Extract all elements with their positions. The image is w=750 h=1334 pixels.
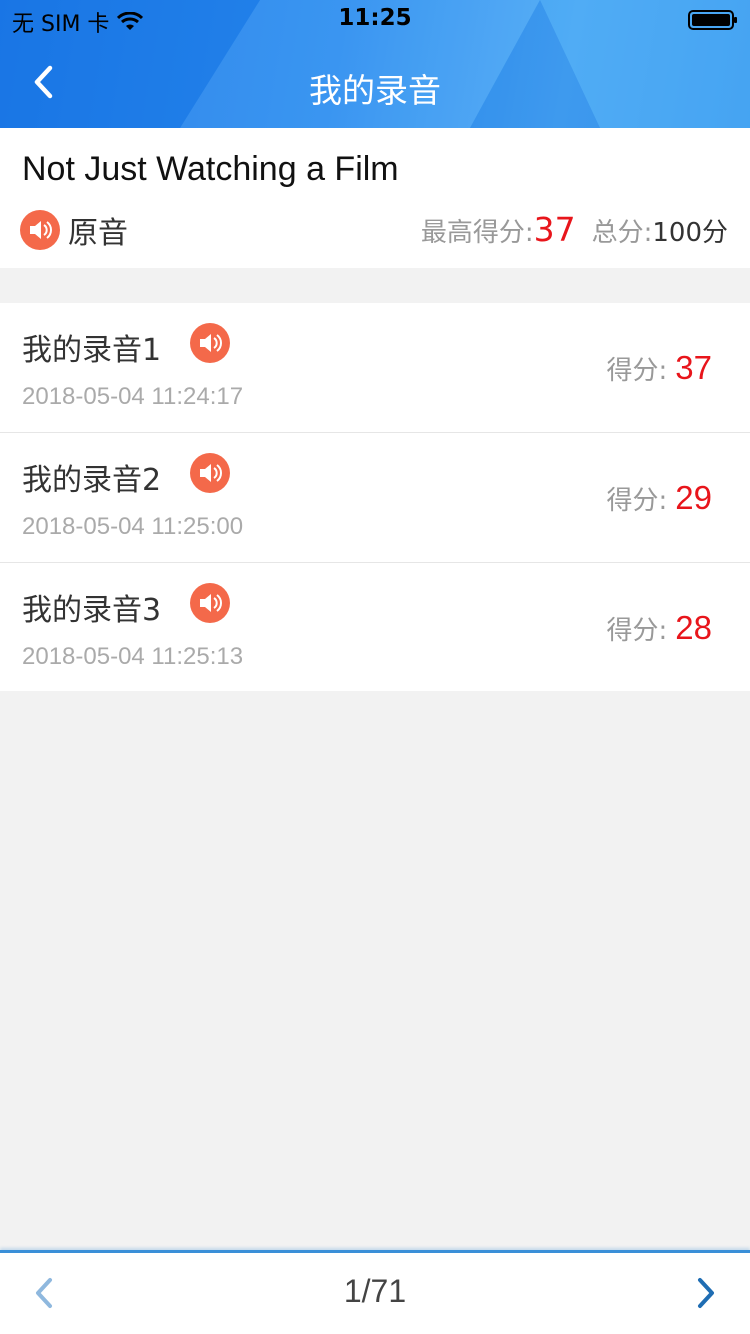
- recording-date: 2018-05-04 11:25:00: [22, 513, 244, 540]
- speaker-icon: [20, 210, 60, 250]
- score-label: 得分:: [606, 616, 668, 646]
- best-score-label: 最高得分:: [420, 218, 534, 248]
- page-title: 我的录音: [309, 71, 441, 110]
- recording-name: 我的录音2: [22, 463, 162, 498]
- recording-score: 得分: 29: [607, 479, 712, 517]
- list-item[interactable]: 我的录音2 2018-05-04 11:25:00 得分: 29: [0, 433, 750, 563]
- speaker-icon[interactable]: [190, 453, 230, 493]
- best-score-value: 37: [533, 210, 576, 249]
- score-label: 得分:: [606, 486, 668, 516]
- status-time: 11:25: [338, 5, 412, 31]
- pager-bar: 1/71: [0, 1250, 750, 1334]
- lesson-title: Not Just Watching a Film: [22, 150, 399, 188]
- recording-date: 2018-05-04 11:24:17: [22, 383, 244, 410]
- recording-name: 我的录音3: [22, 593, 162, 628]
- app-header: 无 SIM 卡 11:25 我的录音: [0, 0, 750, 128]
- status-bar: 无 SIM 卡 11:25: [0, 0, 750, 40]
- total-score-label: 总分:: [591, 218, 653, 248]
- battery-icon: [688, 10, 737, 30]
- chevron-right-icon: [698, 1278, 714, 1308]
- list-item[interactable]: 我的录音1 2018-05-04 11:24:17 得分: 37: [0, 303, 750, 433]
- original-audio-button[interactable]: 原音: [20, 208, 128, 252]
- speaker-icon[interactable]: [190, 323, 230, 363]
- lesson-summary: Not Just Watching a Film 原音 最高得分: 37 总分:…: [0, 128, 750, 268]
- score-value: 37: [675, 349, 712, 386]
- score-label: 得分:: [606, 356, 668, 386]
- page-counter: 1/71: [343, 1273, 407, 1309]
- score-value: 29: [675, 479, 712, 516]
- score-summary: 最高得分: 37 总分: 100分: [421, 210, 728, 249]
- recording-list: 我的录音1 2018-05-04 11:24:17 得分: 37 我的录音2 2…: [0, 303, 750, 691]
- recording-date: 2018-05-04 11:25:13: [22, 643, 244, 670]
- original-audio-label: 原音: [68, 216, 128, 251]
- recording-score: 得分: 37: [607, 349, 712, 387]
- recording-score: 得分: 28: [607, 609, 712, 647]
- next-page-button[interactable]: [684, 1271, 728, 1315]
- nav-bar: 我的录音: [0, 40, 750, 128]
- total-score-value: 100分: [652, 218, 728, 248]
- score-value: 28: [675, 609, 712, 646]
- list-item[interactable]: 我的录音3 2018-05-04 11:25:13 得分: 28: [0, 563, 750, 691]
- recording-name: 我的录音1: [22, 333, 162, 368]
- speaker-icon[interactable]: [190, 583, 230, 623]
